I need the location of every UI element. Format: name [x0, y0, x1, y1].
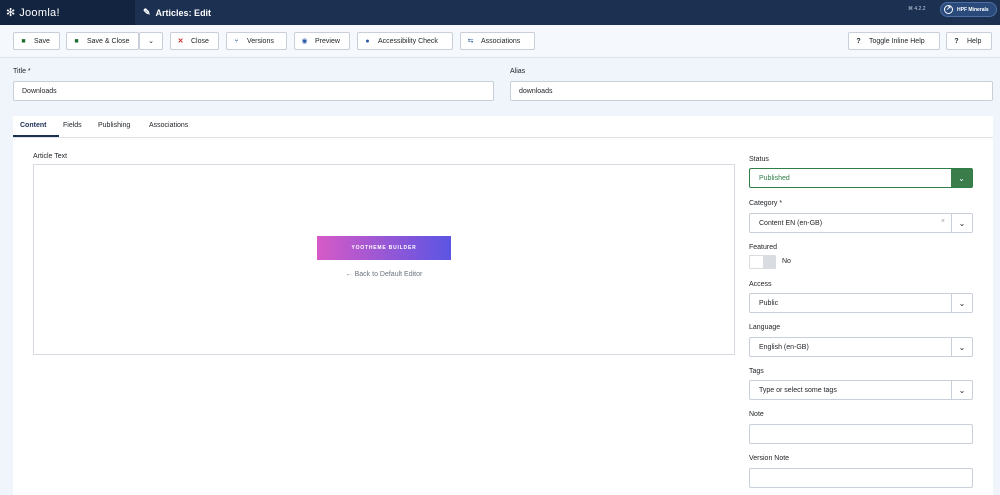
page-title: ✎ Articles: Edit — [143, 0, 211, 25]
chevron-down-icon: ⌄ — [951, 338, 972, 356]
featured-value: No — [782, 258, 791, 265]
clear-icon[interactable]: × — [941, 218, 945, 225]
question-icon: ? — [954, 37, 959, 45]
status-label: Status — [749, 156, 769, 163]
category-label: Category * — [749, 200, 783, 207]
toolbar: ■ Save ■ Save & Close ⌄ ✕ Close ⑂ Versio… — [0, 25, 1000, 58]
chevron-down-icon: ⌄ — [951, 381, 972, 399]
tab-associations[interactable]: Associations — [149, 122, 188, 129]
info-icon: ● — [365, 37, 370, 45]
question-circle-icon: ? — [856, 37, 861, 45]
yootheme-builder-button[interactable]: YOOTHEME BUILDER — [317, 236, 451, 260]
chevron-down-icon: ⌄ — [951, 214, 972, 232]
associations-button[interactable]: ⇆ Associations — [460, 32, 535, 50]
version-label: ⌘ 4.2.2 — [908, 6, 926, 12]
title-field[interactable]: Downloads — [13, 81, 494, 101]
tags-select[interactable]: Type or select some tags ⌄ — [749, 380, 973, 400]
version-note-field[interactable] — [749, 468, 973, 488]
status-select[interactable]: Published ⌄ — [749, 168, 973, 188]
site-link-button[interactable]: ↗ HPF Minerals — [940, 2, 997, 17]
access-select[interactable]: Public ⌄ — [749, 293, 973, 313]
eye-icon: ◉ — [301, 38, 308, 45]
versions-button[interactable]: ⑂ Versions — [226, 32, 287, 50]
chevron-down-icon: ⌄ — [951, 294, 972, 312]
access-label: Access — [749, 281, 772, 288]
accessibility-check-button[interactable]: ● Accessibility Check — [357, 32, 453, 50]
alias-label: Alias — [510, 68, 526, 75]
toggle-inline-help-button[interactable]: ? Toggle Inline Help — [848, 32, 940, 50]
close-button[interactable]: ✕ Close — [170, 32, 219, 50]
category-select[interactable]: Content EN (en-GB) × ⌄ — [749, 213, 973, 233]
language-select[interactable]: English (en-GB) ⌄ — [749, 337, 973, 357]
article-text-label: Article Text — [33, 153, 68, 160]
code-branch-icon: ⑂ — [234, 37, 239, 45]
save-close-button[interactable]: ■ Save & Close — [66, 32, 139, 50]
language-label: Language — [749, 324, 781, 331]
editor-panel: Content Fields Publishing Associations A… — [13, 116, 993, 495]
back-to-default-editor-link[interactable]: ← Back to Default Editor — [334, 271, 434, 278]
save-button[interactable]: ■ Save — [13, 32, 60, 50]
help-button[interactable]: ? Help — [946, 32, 992, 50]
alias-field[interactable]: downloads — [510, 81, 993, 101]
chevron-down-icon: ⌄ — [951, 169, 972, 187]
close-icon: ✕ — [177, 38, 184, 45]
tags-label: Tags — [749, 368, 764, 375]
article-editor[interactable]: YOOTHEME BUILDER ← Back to Default Edito… — [33, 164, 735, 355]
tab-bar: Content Fields Publishing Associations — [13, 116, 993, 138]
save-icon: ■ — [74, 37, 79, 45]
save-icon: ■ — [21, 37, 26, 45]
joomla-logo[interactable]: ✻ Joomla! — [0, 0, 135, 25]
tags-placeholder: Type or select some tags — [759, 386, 837, 394]
active-tab-indicator — [13, 135, 59, 137]
title-label: Title * — [13, 68, 31, 75]
associations-icon: ⇆ — [467, 38, 474, 45]
toggle-knob — [750, 256, 763, 268]
chevron-down-icon: ⌄ — [148, 38, 154, 45]
page-title-text: Articles: Edit — [155, 7, 212, 18]
site-name: HPF Minerals — [957, 6, 989, 13]
note-field[interactable] — [749, 424, 973, 444]
save-dropdown-button[interactable]: ⌄ — [139, 32, 163, 50]
tab-fields[interactable]: Fields — [63, 122, 82, 129]
note-label: Note — [749, 411, 764, 418]
featured-toggle[interactable] — [749, 255, 776, 269]
featured-label: Featured — [749, 244, 778, 251]
top-header: ✻ Joomla! ✎ Articles: Edit ⌘ 4.2.2 ↗ HPF… — [0, 0, 1000, 25]
tab-publishing[interactable]: Publishing — [98, 122, 130, 129]
joomla-logo-icon: ✻ — [6, 7, 16, 19]
app-name: Joomla! — [19, 6, 60, 19]
external-link-icon: ↗ — [944, 5, 953, 14]
tab-content[interactable]: Content — [20, 122, 46, 129]
pencil-icon: ✎ — [143, 7, 151, 17]
version-note-label: Version Note — [749, 455, 790, 462]
preview-button[interactable]: ◉ Preview — [294, 32, 350, 50]
